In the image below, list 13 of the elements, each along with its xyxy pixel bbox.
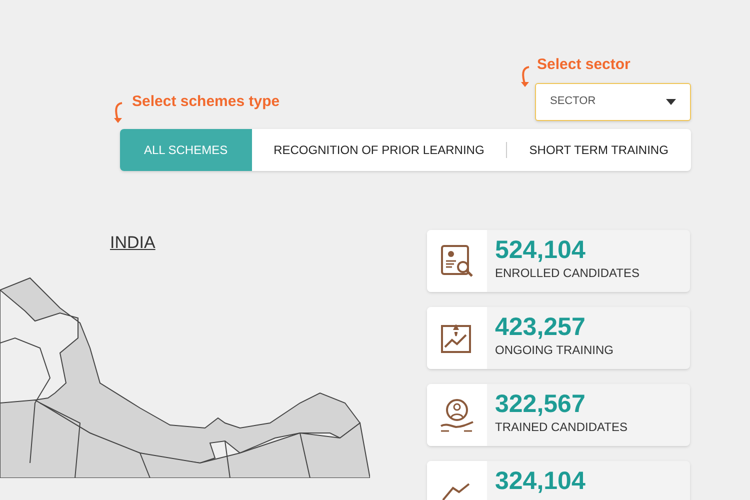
stat-value: 524,104 <box>495 236 586 264</box>
scheme-tab[interactable]: SHORT TERM TRAINING <box>507 129 690 171</box>
scheme-tab[interactable]: RECOGNITION OF PRIOR LEARNING <box>252 129 506 171</box>
stat-value: 324,104 <box>495 467 586 495</box>
sector-hint: Select sector <box>537 55 630 75</box>
sector-dropdown[interactable]: SECTOR <box>535 82 691 120</box>
map-title[interactable]: INDIA <box>110 230 156 256</box>
stat-label: TRAINED CANDIDATES <box>495 419 628 436</box>
stat-value: 322,567 <box>495 390 586 418</box>
schemes-hint: Select schemes type <box>132 92 280 112</box>
stat-value: 423,257 <box>495 313 586 341</box>
stat-label: ENROLLED CANDIDATES <box>495 265 640 282</box>
stat-label: ONGOING TRAINING <box>495 342 614 359</box>
